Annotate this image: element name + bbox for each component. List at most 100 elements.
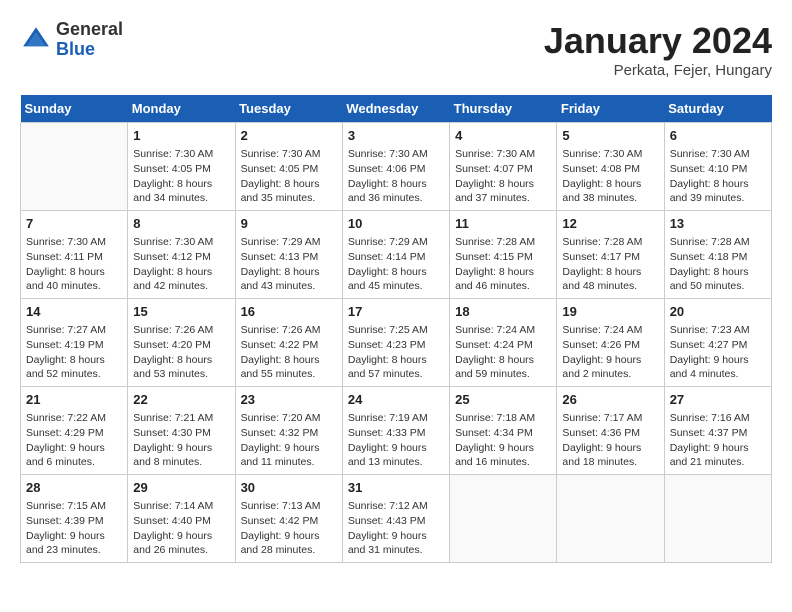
daylight-text: Daylight: 9 hours [26, 441, 122, 456]
daylight-minutes-text: and 28 minutes. [241, 543, 337, 558]
daylight-minutes-text: and 4 minutes. [670, 367, 766, 382]
sunset-text: Sunset: 4:08 PM [562, 162, 658, 177]
date-number: 6 [670, 127, 766, 145]
calendar-cell: 22Sunrise: 7:21 AMSunset: 4:30 PMDayligh… [128, 387, 235, 475]
daylight-text: Daylight: 9 hours [348, 441, 444, 456]
date-number: 14 [26, 303, 122, 321]
daylight-minutes-text: and 11 minutes. [241, 455, 337, 470]
daylight-text: Daylight: 8 hours [133, 353, 229, 368]
daylight-minutes-text: and 23 minutes. [26, 543, 122, 558]
sunset-text: Sunset: 4:42 PM [241, 514, 337, 529]
sunset-text: Sunset: 4:43 PM [348, 514, 444, 529]
calendar-cell [450, 475, 557, 563]
daylight-minutes-text: and 2 minutes. [562, 367, 658, 382]
calendar-cell: 16Sunrise: 7:26 AMSunset: 4:22 PMDayligh… [235, 299, 342, 387]
calendar-table: SundayMondayTuesdayWednesdayThursdayFrid… [20, 95, 772, 563]
sunset-text: Sunset: 4:12 PM [133, 250, 229, 265]
calendar-cell: 7Sunrise: 7:30 AMSunset: 4:11 PMDaylight… [21, 211, 128, 299]
date-number: 3 [348, 127, 444, 145]
date-number: 31 [348, 479, 444, 497]
sunrise-text: Sunrise: 7:30 AM [562, 147, 658, 162]
cell-info: Sunrise: 7:30 AMSunset: 4:07 PMDaylight:… [455, 147, 551, 206]
calendar-cell: 6Sunrise: 7:30 AMSunset: 4:10 PMDaylight… [664, 123, 771, 211]
sunrise-text: Sunrise: 7:28 AM [562, 235, 658, 250]
daylight-text: Daylight: 9 hours [133, 529, 229, 544]
calendar-cell: 23Sunrise: 7:20 AMSunset: 4:32 PMDayligh… [235, 387, 342, 475]
daylight-text: Daylight: 8 hours [670, 265, 766, 280]
sunrise-text: Sunrise: 7:29 AM [241, 235, 337, 250]
day-header-monday: Monday [128, 95, 235, 123]
sunset-text: Sunset: 4:17 PM [562, 250, 658, 265]
sunset-text: Sunset: 4:19 PM [26, 338, 122, 353]
cell-info: Sunrise: 7:26 AMSunset: 4:20 PMDaylight:… [133, 323, 229, 382]
daylight-minutes-text: and 48 minutes. [562, 279, 658, 294]
calendar-cell: 17Sunrise: 7:25 AMSunset: 4:23 PMDayligh… [342, 299, 449, 387]
daylight-text: Daylight: 9 hours [562, 441, 658, 456]
sunrise-text: Sunrise: 7:16 AM [670, 411, 766, 426]
daylight-minutes-text: and 21 minutes. [670, 455, 766, 470]
daylight-text: Daylight: 8 hours [348, 265, 444, 280]
sunset-text: Sunset: 4:39 PM [26, 514, 122, 529]
sunrise-text: Sunrise: 7:28 AM [455, 235, 551, 250]
calendar-cell: 4 Sunrise: 7:30 AMSunset: 4:07 PMDaylight… [450, 123, 557, 211]
date-number: 27 [670, 391, 766, 409]
daylight-text: Daylight: 8 hours [241, 177, 337, 192]
sunrise-text: Sunrise: 7:24 AM [455, 323, 551, 338]
daylight-minutes-text: and 26 minutes. [133, 543, 229, 558]
sunrise-text: Sunrise: 7:30 AM [133, 235, 229, 250]
sunset-text: Sunset: 4:10 PM [670, 162, 766, 177]
date-number: 12 [562, 215, 658, 233]
daylight-text: Daylight: 8 hours [455, 177, 551, 192]
cell-info: Sunrise: 7:23 AMSunset: 4:27 PMDaylight:… [670, 323, 766, 382]
daylight-text: Daylight: 9 hours [455, 441, 551, 456]
daylight-text: Daylight: 8 hours [26, 353, 122, 368]
date-number: 4 [455, 127, 551, 145]
date-number: 7 [26, 215, 122, 233]
daylight-text: Daylight: 9 hours [348, 529, 444, 544]
sunset-text: Sunset: 4:18 PM [670, 250, 766, 265]
date-number: 28 [26, 479, 122, 497]
calendar-cell: 24 Sunrise: 7:19 AMSunset: 4:33 PMDayligh… [342, 387, 449, 475]
day-header-friday: Friday [557, 95, 664, 123]
daylight-text: Daylight: 9 hours [133, 441, 229, 456]
date-number: 19 [562, 303, 658, 321]
cell-info: Sunrise: 7:24 AMSunset: 4:26 PMDaylight:… [562, 323, 658, 382]
date-number: 24 [348, 391, 444, 409]
calendar-cell: 21Sunrise: 7:22 AMSunset: 4:29 PMDayligh… [21, 387, 128, 475]
sunset-text: Sunset: 4:27 PM [670, 338, 766, 353]
daylight-minutes-text: and 18 minutes. [562, 455, 658, 470]
cell-info: Sunrise: 7:19 AMSunset: 4:33 PMDaylight:… [348, 411, 444, 470]
daylight-minutes-text: and 42 minutes. [133, 279, 229, 294]
daylight-minutes-text: and 50 minutes. [670, 279, 766, 294]
cell-info: Sunrise: 7:29 AMSunset: 4:14 PMDaylight:… [348, 235, 444, 294]
sunrise-text: Sunrise: 7:30 AM [133, 147, 229, 162]
sunrise-text: Sunrise: 7:30 AM [670, 147, 766, 162]
sunrise-text: Sunrise: 7:21 AM [133, 411, 229, 426]
daylight-minutes-text: and 35 minutes. [241, 191, 337, 206]
daylight-minutes-text: and 39 minutes. [670, 191, 766, 206]
daylight-text: Daylight: 8 hours [348, 353, 444, 368]
calendar-cell: 11Sunrise: 7:28 AMSunset: 4:15 PMDayligh… [450, 211, 557, 299]
cell-info: Sunrise: 7:25 AMSunset: 4:23 PMDaylight:… [348, 323, 444, 382]
sunrise-text: Sunrise: 7:25 AM [348, 323, 444, 338]
week-row-2: 7Sunrise: 7:30 AMSunset: 4:11 PMDaylight… [21, 211, 772, 299]
date-number: 18 [455, 303, 551, 321]
cell-info: Sunrise: 7:29 AMSunset: 4:13 PMDaylight:… [241, 235, 337, 294]
logo: General Blue [20, 20, 123, 60]
calendar-cell: 5Sunrise: 7:30 AMSunset: 4:08 PMDaylight… [557, 123, 664, 211]
cell-info: Sunrise: 7:20 AMSunset: 4:32 PMDaylight:… [241, 411, 337, 470]
daylight-minutes-text: and 43 minutes. [241, 279, 337, 294]
calendar-cell [21, 123, 128, 211]
date-number: 25 [455, 391, 551, 409]
date-number: 26 [562, 391, 658, 409]
sunrise-text: Sunrise: 7:26 AM [241, 323, 337, 338]
calendar-cell: 2Sunrise: 7:30 AMSunset: 4:05 PMDaylight… [235, 123, 342, 211]
daylight-text: Daylight: 8 hours [455, 265, 551, 280]
daylight-text: Daylight: 9 hours [26, 529, 122, 544]
daylight-minutes-text: and 38 minutes. [562, 191, 658, 206]
day-header-tuesday: Tuesday [235, 95, 342, 123]
cell-info: Sunrise: 7:28 AMSunset: 4:17 PMDaylight:… [562, 235, 658, 294]
calendar-cell [664, 475, 771, 563]
cell-info: Sunrise: 7:30 AMSunset: 4:05 PMDaylight:… [241, 147, 337, 206]
calendar-cell: 29Sunrise: 7:14 AMSunset: 4:40 PMDayligh… [128, 475, 235, 563]
